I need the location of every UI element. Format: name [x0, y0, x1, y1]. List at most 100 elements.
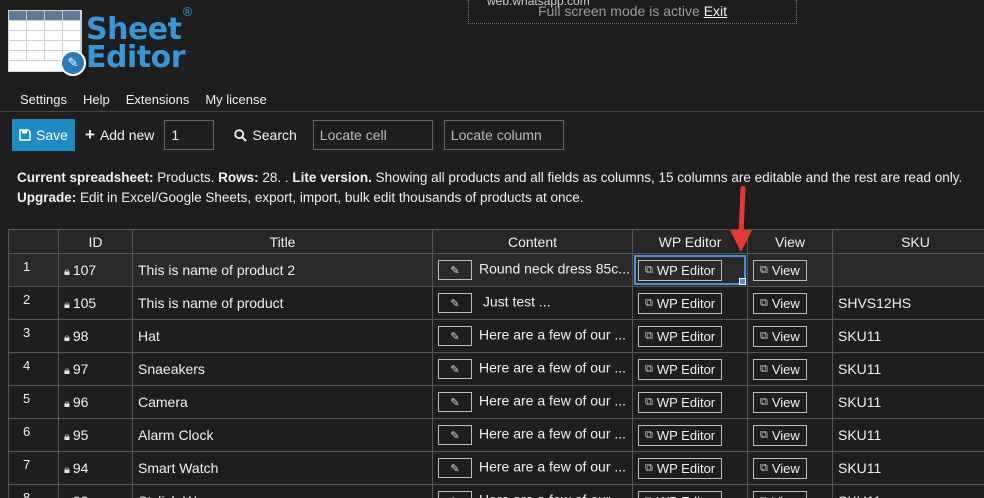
id-cell[interactable]: 🔒︎ 105: [58, 286, 133, 320]
wp-editor-cell[interactable]: ⧉WP Editor: [632, 286, 748, 320]
column-header-title[interactable]: Title: [132, 229, 433, 254]
content-cell[interactable]: ✎ Round neck dress 85c...: [432, 253, 633, 287]
id-value: 96: [72, 393, 89, 410]
wp-editor-cell[interactable]: ⧉WP Editor: [632, 319, 748, 353]
exit-fullscreen-link[interactable]: Exit: [704, 3, 727, 19]
save-button[interactable]: Save: [12, 119, 75, 151]
wp-editor-cell[interactable]: ⧉WP Editor: [632, 451, 748, 485]
view-cell[interactable]: ⧉View: [747, 319, 833, 353]
row-number[interactable]: 3: [8, 319, 59, 353]
title-cell[interactable]: Smart Watch: [132, 451, 433, 485]
title-cell[interactable]: Snaeakers: [132, 352, 433, 386]
menu-item-extensions[interactable]: Extensions: [118, 88, 198, 111]
wp-editor-cell[interactable]: ⧉WP Editor: [632, 484, 748, 498]
content-cell[interactable]: ✎ Here are a few of our ...: [432, 418, 633, 452]
title-cell[interactable]: Hat: [132, 319, 433, 353]
locate-column-input[interactable]: [443, 120, 564, 150]
menu-item-my-license[interactable]: My license: [197, 88, 274, 111]
view-button[interactable]: ⧉View: [753, 325, 807, 347]
id-cell[interactable]: 🔒︎ 97: [58, 352, 133, 386]
wp-editor-button[interactable]: ⧉WP Editor: [638, 358, 723, 380]
title-cell[interactable]: Camera: [132, 385, 433, 419]
column-header-sku[interactable]: SKU: [832, 229, 984, 254]
wp-editor-cell[interactable]: ⧉WP Editor: [632, 352, 748, 386]
view-label: View: [771, 295, 800, 311]
view-button[interactable]: ⧉View: [753, 259, 807, 281]
sku-cell[interactable]: SHVS12HS: [832, 286, 984, 320]
edit-content-icon[interactable]: ✎: [438, 458, 472, 478]
title-cell[interactable]: This is name of product 2: [132, 253, 433, 287]
sku-cell[interactable]: SKU11: [832, 418, 984, 452]
edit-content-icon[interactable]: ✎: [438, 293, 472, 313]
add-new-button[interactable]: + Add new: [85, 125, 154, 145]
column-header-view[interactable]: View: [747, 229, 833, 254]
menu-item-settings[interactable]: Settings: [12, 88, 75, 111]
view-button[interactable]: ⧉View: [753, 391, 807, 413]
column-header-id[interactable]: ID: [58, 229, 133, 254]
view-cell[interactable]: ⧉View: [747, 484, 833, 498]
locate-cell-input[interactable]: [312, 120, 433, 150]
view-cell[interactable]: ⧉View: [747, 385, 833, 419]
fill-handle[interactable]: [739, 278, 746, 285]
edit-content-icon[interactable]: ✎: [438, 392, 472, 412]
content-cell[interactable]: ✎ Here are a few of our ...: [432, 385, 633, 419]
title-cell[interactable]: This is name of product: [132, 286, 433, 320]
sku-cell[interactable]: [832, 253, 984, 287]
content-cell[interactable]: ✎ Here are a few of our ...: [432, 484, 633, 498]
content-cell[interactable]: ✎ Just test ...: [432, 286, 633, 320]
view-cell[interactable]: ⧉View: [747, 286, 833, 320]
row-number[interactable]: 1: [8, 253, 59, 287]
row-number[interactable]: 7: [8, 451, 59, 485]
menu-item-help[interactable]: Help: [75, 88, 118, 111]
sku-cell[interactable]: SKU11: [832, 385, 984, 419]
sku-cell[interactable]: SKU11: [832, 352, 984, 386]
view-cell[interactable]: ⧉View: [747, 418, 833, 452]
wp-editor-button[interactable]: ⧉WP Editor: [638, 259, 723, 281]
sku-cell[interactable]: SKU11: [832, 484, 984, 498]
content-cell[interactable]: ✎ Here are a few of our ...: [432, 451, 633, 485]
edit-content-icon[interactable]: ✎: [438, 425, 472, 445]
view-cell[interactable]: ⧉View: [747, 451, 833, 485]
view-cell[interactable]: ⧉View: [747, 253, 833, 287]
add-count-input[interactable]: [164, 120, 215, 150]
wp-editor-cell[interactable]: ⧉WP Editor: [632, 418, 748, 452]
wp-editor-cell[interactable]: ⧉WP Editor: [632, 385, 748, 419]
row-number[interactable]: 8: [8, 484, 59, 498]
content-cell[interactable]: ✎ Here are a few of our ...: [432, 352, 633, 386]
id-cell[interactable]: 🔒︎ 98: [58, 319, 133, 353]
external-link-icon: ⧉: [645, 395, 653, 408]
title-cell[interactable]: Alarm Clock: [132, 418, 433, 452]
wp-editor-button[interactable]: ⧉WP Editor: [638, 424, 723, 446]
wp-editor-button[interactable]: ⧉WP Editor: [638, 325, 723, 347]
row-number[interactable]: 6: [8, 418, 59, 452]
view-cell[interactable]: ⧉View: [747, 352, 833, 386]
sku-cell[interactable]: SKU11: [832, 319, 984, 353]
view-button[interactable]: ⧉View: [753, 457, 807, 479]
id-cell[interactable]: 🔒︎ 94: [58, 451, 133, 485]
search-button[interactable]: Search: [234, 127, 297, 143]
wp-editor-button[interactable]: ⧉WP Editor: [638, 391, 723, 413]
wp-editor-cell[interactable]: ⧉WP Editor: [632, 253, 748, 287]
row-number[interactable]: 5: [8, 385, 59, 419]
id-cell[interactable]: 🔒︎ 96: [58, 385, 133, 419]
content-cell[interactable]: ✎ Here are a few of our ...: [432, 319, 633, 353]
id-cell[interactable]: 🔒︎93: [58, 484, 133, 498]
id-cell[interactable]: 🔒︎ 95: [58, 418, 133, 452]
row-number[interactable]: 4: [8, 352, 59, 386]
view-button[interactable]: ⧉View: [753, 424, 807, 446]
wp-editor-button[interactable]: ⧉WP Editor: [638, 292, 723, 314]
id-cell[interactable]: 🔒︎ 107: [58, 253, 133, 287]
wp-editor-button[interactable]: ⧉WP Editor: [638, 457, 723, 479]
edit-content-icon[interactable]: ✎: [438, 260, 472, 280]
sku-cell[interactable]: SKU11: [832, 451, 984, 485]
view-button[interactable]: ⧉View: [753, 292, 807, 314]
row-number[interactable]: 2: [8, 286, 59, 320]
view-button[interactable]: ⧉View: [753, 490, 807, 498]
view-button[interactable]: ⧉View: [753, 358, 807, 380]
edit-content-icon[interactable]: ✎: [438, 326, 472, 346]
edit-content-icon[interactable]: ✎: [438, 491, 472, 498]
edit-content-icon[interactable]: ✎: [438, 359, 472, 379]
title-cell[interactable]: Stylish W...: [132, 484, 433, 498]
column-header-content[interactable]: Content: [432, 229, 633, 254]
wp-editor-button[interactable]: ⧉WP Editor: [638, 490, 723, 498]
